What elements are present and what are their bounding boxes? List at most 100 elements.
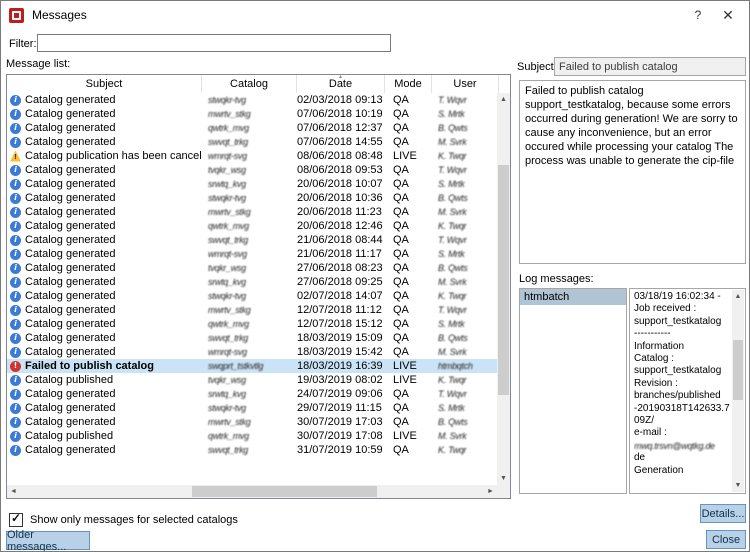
messages-dialog: Messages ? ✕ Filter: Message list: Subje… (0, 0, 750, 552)
subject-text: Catalog generated (25, 304, 116, 316)
show-only-selected-row: Show only messages for selected catalogs (9, 511, 238, 527)
table-row[interactable]: i Catalog published qwtrk_mvg 30/07/2019 17… (7, 429, 497, 443)
cell-user: K. Twqr (438, 291, 467, 301)
cell-mode: QA (393, 220, 409, 232)
log-line: e-mail : (634, 427, 667, 439)
table-row[interactable]: ! Catalog publication has been cancelled w… (7, 149, 497, 163)
table-row[interactable]: i Catalog generated qwtrk_mvg 20/06/2018 12… (7, 219, 497, 233)
cell-mode: QA (393, 402, 409, 414)
table-row[interactable]: i Catalog published tvqkr_wsg 19/03/2019 08… (7, 373, 497, 387)
cell-catalog: srwtq_kvg (208, 277, 246, 287)
table-row[interactable]: i Catalog generated swvqt_trkg 21/06/2018 0… (7, 233, 497, 247)
subject-field[interactable]: Failed to publish catalog (554, 57, 746, 76)
cell-subject: i Catalog generated (7, 178, 202, 190)
subject-text: Catalog generated (25, 332, 116, 344)
older-messages-button[interactable]: Older messages... (6, 529, 90, 551)
cell-subject: i Catalog generated (7, 94, 202, 106)
details-button[interactable]: Details... (700, 504, 746, 523)
table-row[interactable]: i Catalog generated swvqt_trkg 18/03/2019 1… (7, 331, 497, 345)
log-source-item[interactable]: htmbatch (520, 289, 626, 305)
log-text-view: 03/18/19 16:02:34 - Job received : support… (629, 288, 746, 494)
table-row[interactable]: i Catalog generated qwtrk_mvg 12/07/2018 15… (7, 317, 497, 331)
cell-user: K. Twqr (438, 221, 467, 231)
vertical-scroll-thumb[interactable] (498, 165, 509, 395)
cell-date: 20/06/2018 11:23 (297, 206, 382, 218)
column-header-user[interactable]: User (432, 75, 499, 93)
scroll-up-arrow-icon[interactable]: ▲ (497, 93, 510, 106)
log-scroll-up-arrow-icon[interactable]: ▲ (732, 290, 744, 303)
cell-date: 19/03/2019 08:02 (297, 374, 383, 386)
cell-mode: LIVE (393, 430, 417, 442)
subject-text: Catalog generated (25, 388, 116, 400)
column-header-label: Catalog (230, 78, 268, 90)
cell-subject: i Catalog published (7, 374, 202, 386)
cell-catalog: mwrtv_stkg (208, 207, 251, 217)
table-row[interactable]: ! Failed to publish catalog swqprt_tstkvtl… (7, 359, 497, 373)
log-scroll-down-arrow-icon[interactable]: ▼ (732, 479, 744, 492)
table-row[interactable]: i Catalog generated stwqkr-tvg 02/03/2018 0… (7, 93, 497, 107)
scroll-right-arrow-icon[interactable]: ► (484, 485, 497, 498)
cell-date: 20/06/2018 10:07 (297, 178, 383, 190)
cell-date: 07/06/2018 10:19 (297, 108, 383, 120)
table-row[interactable]: i Catalog generated wmrqt-svg 18/03/2019 15… (7, 345, 497, 359)
table-row[interactable]: i Catalog generated qwtrk_mvg 07/06/2018 12… (7, 121, 497, 135)
table-row[interactable]: i Catalog generated stwqkr-tvg 29/07/2019 1… (7, 401, 497, 415)
table-row[interactable]: i Catalog generated tvqkr_wsg 27/06/2018 08… (7, 261, 497, 275)
column-header-subject[interactable]: Subject (7, 75, 202, 93)
cell-subject: i Catalog generated (7, 122, 202, 134)
table-row[interactable]: i Catalog generated wmrqt-svg 21/06/2018 11… (7, 247, 497, 261)
cell-catalog: wmrqt-svg (208, 347, 247, 357)
cell-mode: QA (393, 122, 409, 134)
filter-input[interactable] (37, 34, 391, 52)
subject-text: Catalog generated (25, 164, 116, 176)
log-vertical-scrollbar[interactable]: ▲ ▼ (732, 290, 744, 492)
info-icon: i (10, 94, 21, 106)
log-line: -20190318T142633.7 (634, 402, 730, 414)
cell-catalog: qwtrk_mvg (208, 319, 249, 329)
cell-user: K. Twqr (438, 375, 467, 385)
cell-catalog: mwrtv_stkg (208, 305, 251, 315)
subject-text: Failed to publish catalog (25, 360, 154, 372)
table-row[interactable]: i Catalog generated stwqkr-tvg 20/06/2018 1… (7, 191, 497, 205)
show-only-selected-checkbox[interactable] (9, 511, 23, 527)
cell-date: 20/06/2018 12:46 (297, 220, 383, 232)
table-row[interactable]: i Catalog generated srwtq_kvg 20/06/2018 10… (7, 177, 497, 191)
close-window-button[interactable]: ✕ (713, 4, 743, 26)
table-row[interactable]: i Catalog generated stwqkr-tvg 02/07/2018 1… (7, 289, 497, 303)
table-row[interactable]: i Catalog generated swvqt_trkg 07/06/2018 1… (7, 135, 497, 149)
subject-text: Catalog generated (25, 234, 116, 246)
column-header-date[interactable]: Date ▴ (297, 75, 385, 93)
table-row[interactable]: i Catalog generated mwrtv_stkg 12/07/2018 1… (7, 303, 497, 317)
cell-subject: i Catalog generated (7, 136, 202, 148)
horizontal-scrollbar[interactable]: ◄ ► (7, 485, 497, 498)
close-button[interactable]: Close (706, 530, 746, 549)
error-icon: ! (10, 360, 21, 372)
log-line: branches/published (634, 390, 721, 402)
table-row[interactable]: i Catalog generated swvqt_trkg 31/07/2019 1… (7, 443, 497, 457)
horizontal-scroll-thumb[interactable] (192, 486, 377, 497)
table-row[interactable]: i Catalog generated mwrtv_stkg 30/07/2019 1… (7, 415, 497, 429)
column-header-label: User (453, 78, 477, 90)
vertical-scrollbar[interactable]: ▲ ▼ (497, 93, 510, 485)
column-header-mode[interactable]: Mode (385, 75, 432, 93)
info-icon: i (10, 388, 21, 400)
cell-user: S. Mrtk (438, 319, 465, 329)
table-row[interactable]: i Catalog generated srwtq_kvg 27/06/2018 09… (7, 275, 497, 289)
cell-user: T. Wqvr (438, 95, 467, 105)
help-button[interactable]: ? (683, 4, 713, 26)
table-row[interactable]: i Catalog generated tvqkr_wsg 08/06/2018 09… (7, 163, 497, 177)
info-icon: i (10, 290, 21, 302)
table-row[interactable]: i Catalog generated mwrtv_stkg 07/06/2018 1… (7, 107, 497, 121)
table-row[interactable]: i Catalog generated mwrtv_stkg 20/06/2018 1… (7, 205, 497, 219)
info-icon: i (10, 402, 21, 414)
cell-subject: i Catalog generated (7, 234, 202, 246)
scroll-down-arrow-icon[interactable]: ▼ (497, 472, 510, 485)
column-header-catalog[interactable]: Catalog (202, 75, 297, 93)
scroll-left-arrow-icon[interactable]: ◄ (7, 485, 20, 498)
cell-catalog: tvqkr_wsg (208, 375, 246, 385)
log-line: Generation (634, 464, 684, 476)
log-line: 03/18/19 16:02:34 - (634, 291, 721, 302)
message-list-label: Message list: (6, 58, 71, 70)
table-row[interactable]: i Catalog generated srwtq_kvg 24/07/2019 09… (7, 387, 497, 401)
log-scroll-thumb[interactable] (733, 340, 743, 400)
